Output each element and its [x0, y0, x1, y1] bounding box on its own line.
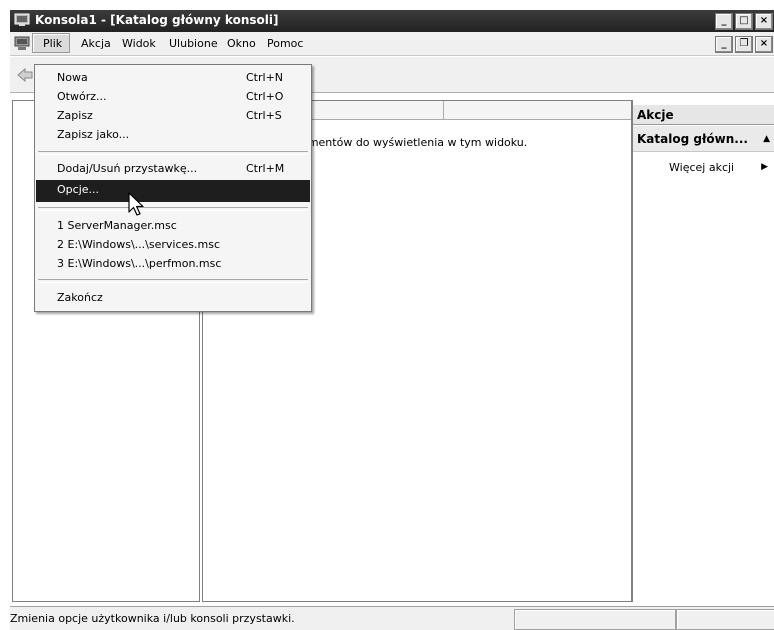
menu-item-otworz[interactable]: Otwórz... Ctrl+O	[36, 87, 310, 107]
menu-bar: Plik Akcja Widok Ulubione Okno Pomoc _ ❐…	[10, 32, 774, 56]
menu-item-recent-2[interactable]: 2 E:\Windows\...\services.msc	[36, 235, 310, 255]
menu-item-opcje[interactable]: Opcje...	[36, 180, 310, 202]
menu-item-zakoncz[interactable]: Zakończ	[36, 288, 310, 308]
column-divider[interactable]	[443, 101, 444, 120]
menu-okno[interactable]: Okno	[227, 37, 256, 50]
menu-separator	[38, 207, 308, 211]
window-title: Konsola1 - [Katalog główny konsoli]	[35, 13, 279, 27]
menu-item-recent-1[interactable]: 1 ServerManager.msc	[36, 216, 310, 236]
status-bar: Zmienia opcje użytkownika i/lub konsoli …	[10, 606, 774, 630]
more-actions-item[interactable]: Więcej akcji ▶	[633, 158, 774, 178]
mdi-child-icon[interactable]	[14, 36, 30, 51]
menu-item-recent-3[interactable]: 3 E:\Windows\...\perfmon.msc	[36, 254, 310, 274]
menu-separator	[38, 151, 308, 155]
menu-item-dodaj-usun-przystawke[interactable]: Dodaj/Usuń przystawkę... Ctrl+M	[36, 159, 310, 179]
menu-ulubione[interactable]: Ulubione	[169, 37, 218, 50]
status-cell	[514, 609, 676, 630]
child-minimize-button[interactable]: _	[715, 36, 733, 53]
minimize-button[interactable]: _	[715, 13, 733, 30]
menu-akcja[interactable]: Akcja	[81, 37, 111, 50]
collapse-up-icon[interactable]: ▲	[763, 134, 770, 144]
menu-item-zapisz-jako[interactable]: Zapisz jako...	[36, 125, 310, 145]
back-arrow-icon[interactable]	[16, 67, 34, 83]
status-cell	[676, 609, 774, 630]
file-menu-dropdown: Nowa Ctrl+N Otwórz... Ctrl+O Zapisz Ctrl…	[34, 64, 312, 312]
menu-separator	[38, 279, 308, 283]
mouse-pointer-icon	[128, 192, 144, 216]
actions-header: Akcje	[633, 105, 774, 125]
title-bar[interactable]: Konsola1 - [Katalog główny konsoli] _ □ …	[10, 10, 774, 32]
child-close-button[interactable]: ×	[755, 36, 773, 53]
more-actions-label: Więcej akcji	[669, 161, 735, 174]
menu-widok[interactable]: Widok	[122, 37, 156, 50]
actions-section-header[interactable]: Katalog główn... ▲	[633, 126, 774, 152]
menu-item-nowa[interactable]: Nowa Ctrl+N	[36, 68, 310, 88]
menu-pomoc[interactable]: Pomoc	[267, 37, 303, 50]
submenu-arrow-icon: ▶	[761, 162, 768, 172]
status-text: Zmienia opcje użytkownika i/lub konsoli …	[10, 612, 295, 625]
menu-item-zapisz[interactable]: Zapisz Ctrl+S	[36, 106, 310, 126]
mmc-console-icon	[14, 13, 30, 26]
close-button[interactable]: ×	[755, 13, 773, 30]
child-restore-button[interactable]: ❐	[735, 36, 753, 53]
empty-view-message: lementów do wyświetlenia w tym widoku.	[298, 136, 528, 149]
actions-section-label: Katalog główn...	[637, 132, 748, 146]
maximize-button[interactable]: □	[735, 13, 753, 30]
menu-plik[interactable]: Plik	[32, 33, 70, 53]
